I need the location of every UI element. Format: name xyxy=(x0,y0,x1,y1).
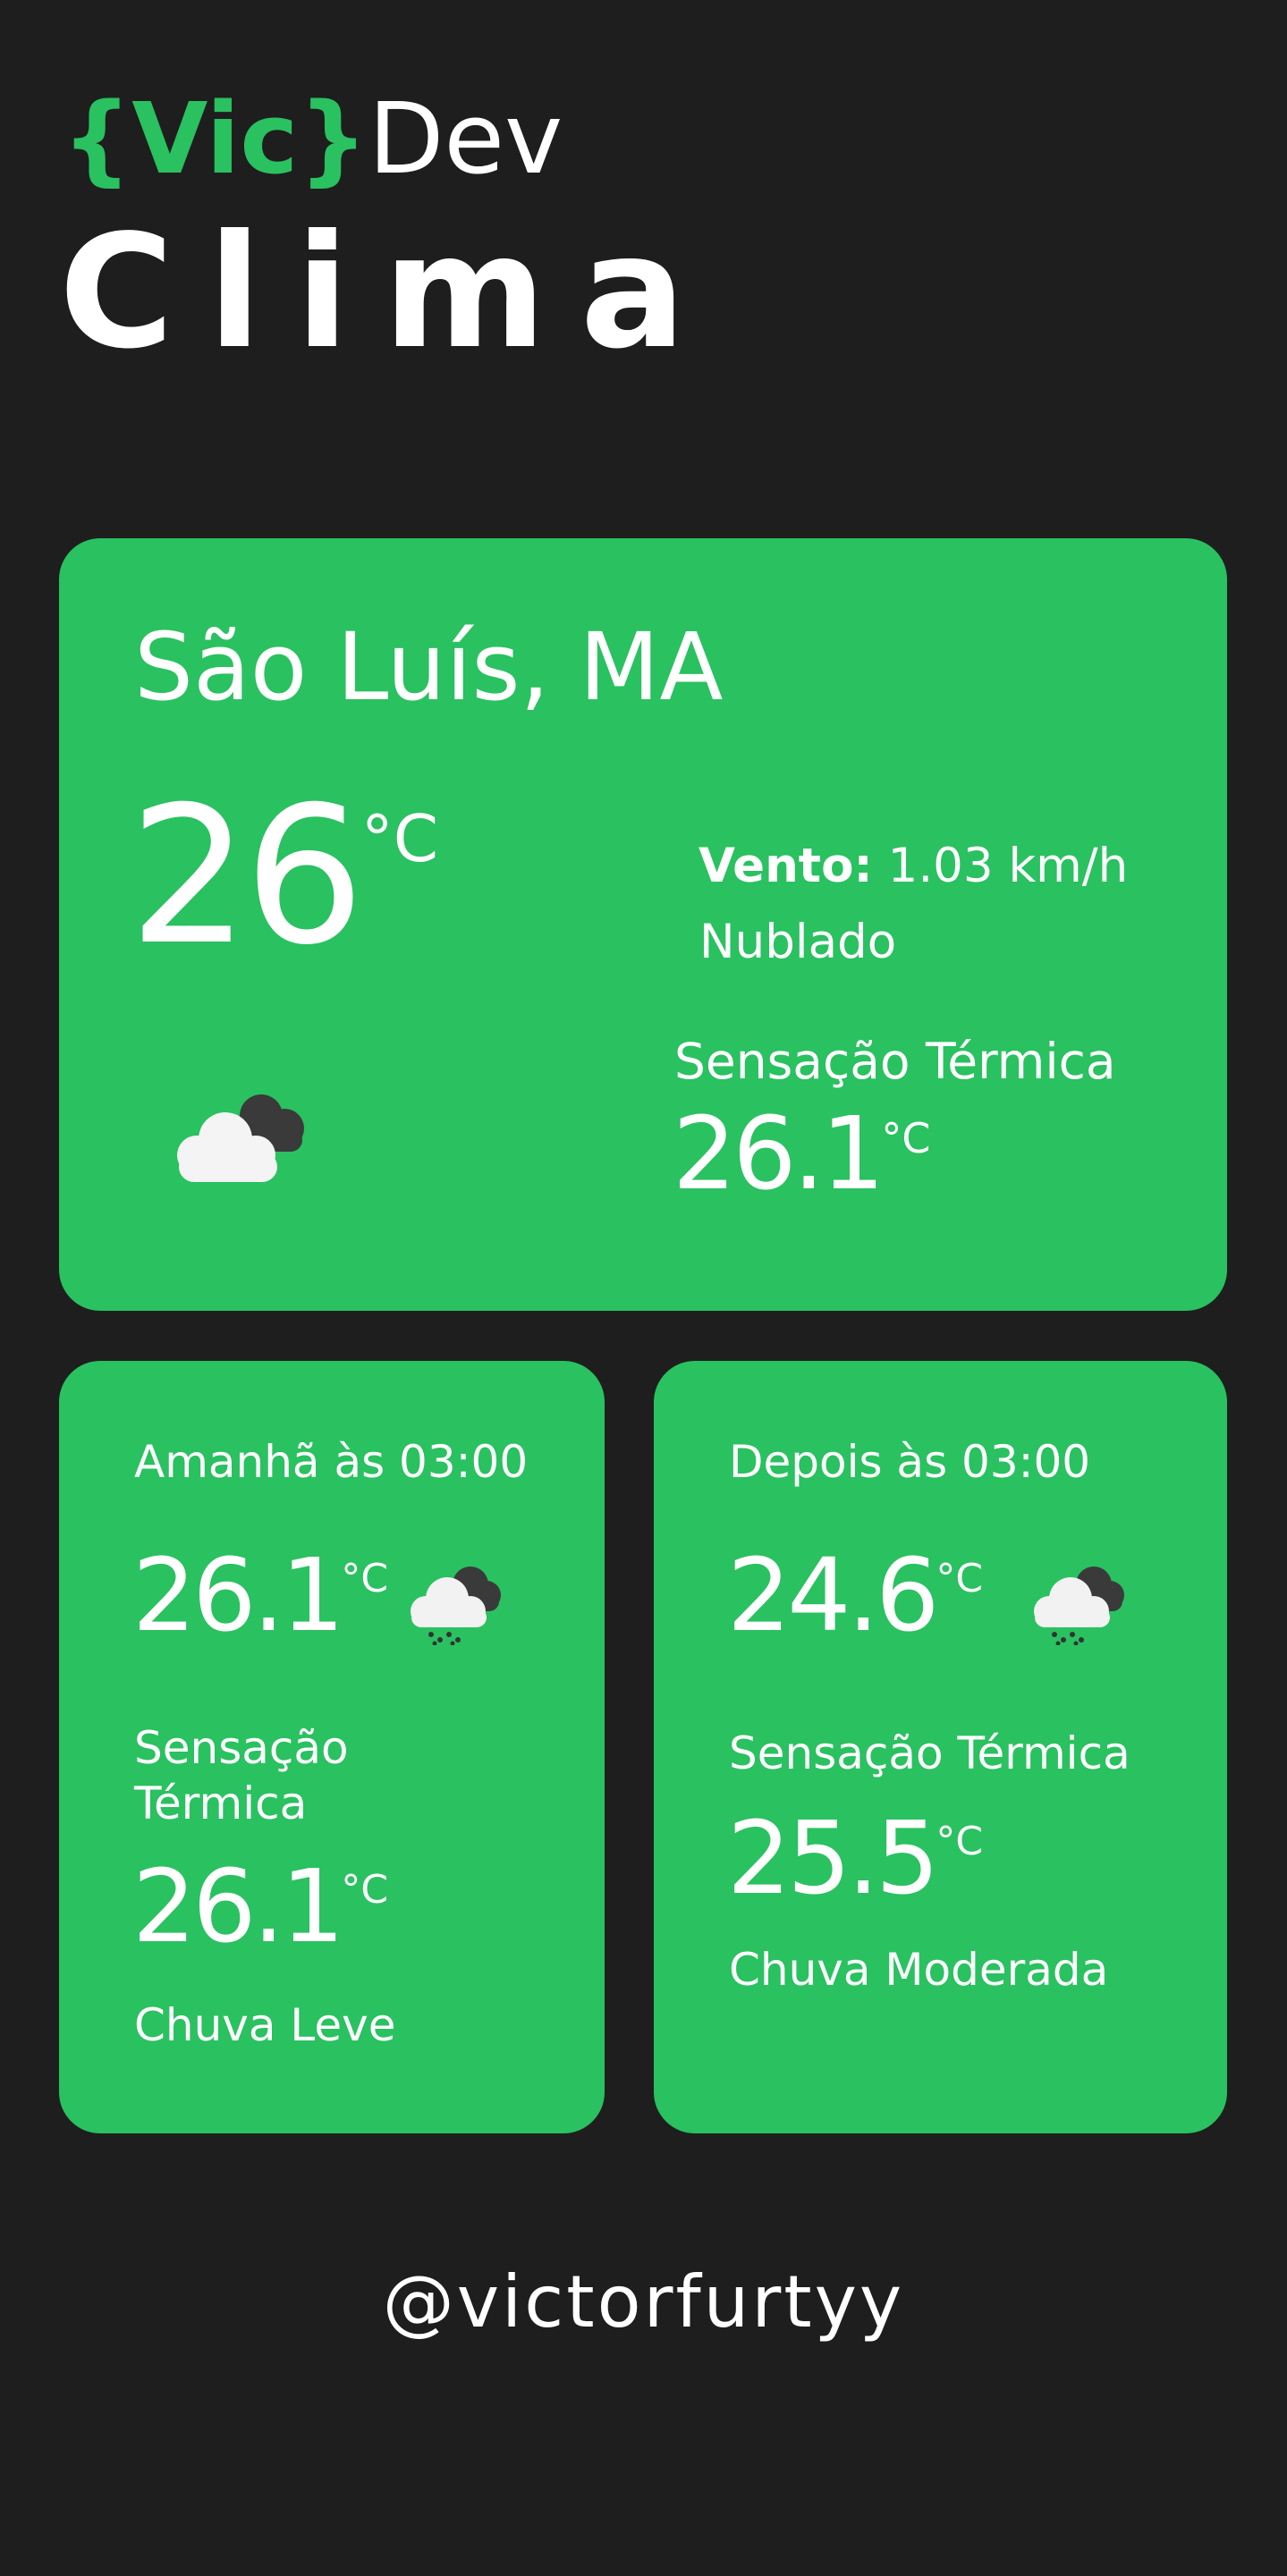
current-temperature-unit: °C xyxy=(360,801,439,876)
wind-value: 1.03 km/h xyxy=(887,839,1129,893)
forecast-feels-like-temperature: 26.1°C xyxy=(132,1857,388,1957)
rain-cloud-icon xyxy=(1034,1567,1124,1645)
forecast-card-tomorrow: Amanhã às 03:00 26.1°C Sensação Térmica … xyxy=(59,1361,605,2133)
rain-cloud-icon xyxy=(411,1567,501,1645)
forecast-feels-like-temperature: 25.5°C xyxy=(727,1809,984,1909)
forecast-card-after: Depois às 03:00 24.6°C Sensação Térmica … xyxy=(654,1361,1227,2133)
wind-info: Vento: 1.03 km/h xyxy=(699,842,1128,890)
city-name: São Luís, MA xyxy=(134,612,724,722)
forecast-temperature-unit: °C xyxy=(341,1556,389,1601)
forecast-time: Amanhã às 03:00 xyxy=(134,1436,529,1488)
forecast-description: Chuva Moderada xyxy=(729,1944,1109,1996)
forecast-temperature-value: 24.6 xyxy=(727,1538,939,1654)
forecast-feels-like-unit: °C xyxy=(936,1819,984,1864)
feels-like-unit: °C xyxy=(881,1114,931,1162)
brand-dev: Dev xyxy=(368,81,563,196)
author-handle: @victorfurtyy xyxy=(382,2260,905,2344)
forecast-feels-like-label: Sensação Térmica xyxy=(729,1727,1130,1779)
forecast-feels-like-unit: °C xyxy=(341,1867,389,1913)
forecast-feels-like-label: Sensação Térmica xyxy=(134,1722,349,1829)
current-description: Nublado xyxy=(699,915,897,969)
forecast-temperature: 24.6°C xyxy=(727,1546,984,1646)
forecast-description: Chuva Leve xyxy=(134,1999,396,2051)
feels-like-label: Sensação Térmica xyxy=(674,1033,1116,1090)
forecast-temperature-value: 26.1 xyxy=(132,1538,344,1654)
brand-logo: {Vic}Dev xyxy=(62,89,563,188)
page-title: Clima xyxy=(59,202,720,384)
brand-vic: {Vic} xyxy=(62,81,368,196)
current-temperature-value: 26 xyxy=(129,765,365,986)
forecast-feels-like-value: 26.1 xyxy=(132,1849,344,1965)
forecast-time: Depois às 03:00 xyxy=(729,1436,1091,1488)
current-temperature: 26°C xyxy=(129,781,438,971)
feels-like-temperature: 26.1°C xyxy=(673,1104,931,1204)
feels-like-value: 26.1 xyxy=(673,1096,885,1212)
forecast-temperature-unit: °C xyxy=(936,1556,984,1601)
forecast-temperature: 26.1°C xyxy=(132,1546,389,1646)
cloudy-icon xyxy=(177,1094,304,1182)
forecast-feels-like-value: 25.5 xyxy=(727,1801,939,1917)
current-weather-card: São Luís, MA 26°C Vento: 1.03 km/h Nubla… xyxy=(59,538,1227,1311)
wind-label: Vento: xyxy=(699,839,873,893)
